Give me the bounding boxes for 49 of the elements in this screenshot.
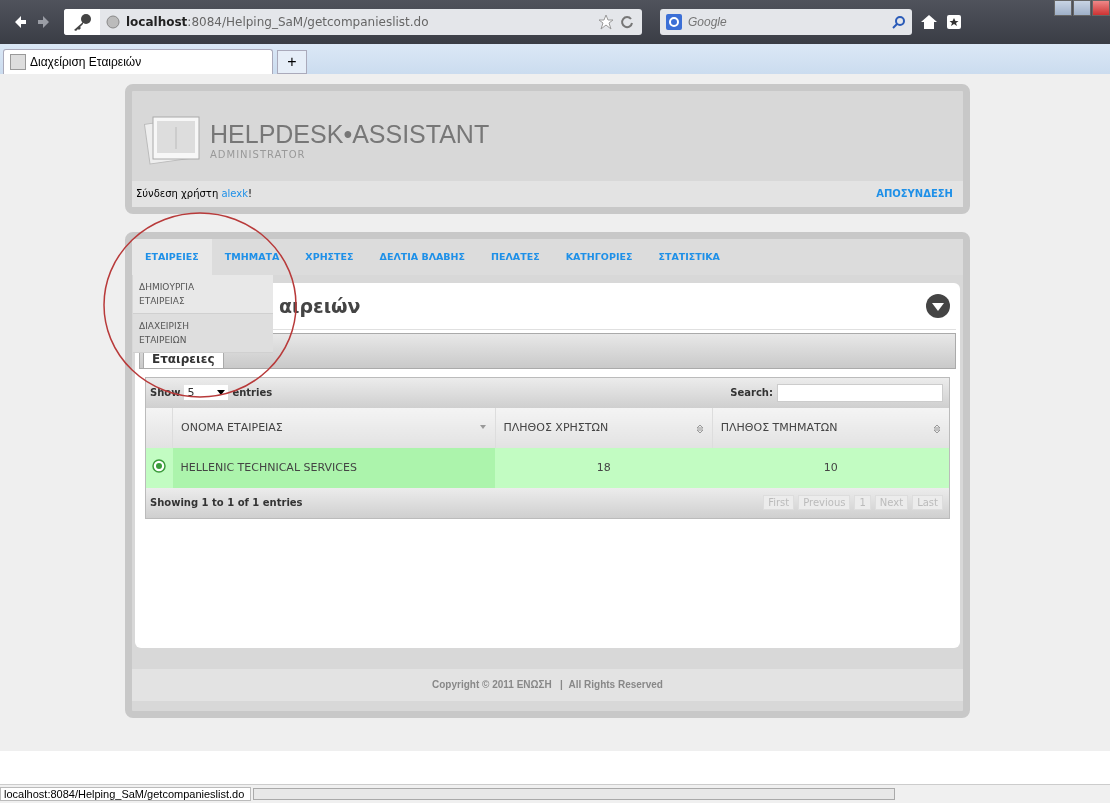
nav-item[interactable]: ΠΕΛΑΤΕΣ xyxy=(478,238,553,275)
nav-item[interactable]: ΚΑΤΗΓΟΡΙΕΣ xyxy=(552,238,646,275)
search-icon[interactable] xyxy=(892,14,906,29)
caret-icon xyxy=(217,390,226,396)
nav-item[interactable]: ΧΡΗΣΤΕΣ xyxy=(292,238,367,275)
nav-item[interactable]: ΔΕΛΤΙΑ ΒΛΑΒΗΣ xyxy=(366,238,479,275)
status-url: localhost:8084/Helping_SaM/getcompanieslist.do xyxy=(0,787,252,801)
column-header[interactable]: ΠΛΗΘΟΣ ΤΜΗΜΑΤΩΝ xyxy=(712,407,949,448)
forward-icon[interactable] xyxy=(36,13,52,30)
table-cell: 10 xyxy=(712,447,949,488)
login-text: Σύνδεση χρήστη alexk! xyxy=(136,188,252,200)
expand-icon[interactable] xyxy=(152,459,167,474)
google-icon xyxy=(666,13,682,30)
column-header[interactable]: ΠΛΗΘΟΣ ΧΡΗΣΤΩΝ xyxy=(495,407,713,448)
horizontal-scrollbar[interactable] xyxy=(253,788,896,800)
new-tab-button[interactable]: + xyxy=(277,49,307,74)
nav-item[interactable]: ΣΤΑΤΙΣΤΙΚΑ xyxy=(645,238,733,275)
star-icon[interactable] xyxy=(598,13,614,30)
address-bar[interactable]: localhost:8084/Helping_SaM/getcompanieslist.do xyxy=(64,8,642,35)
globe-icon xyxy=(106,14,120,29)
close-button[interactable] xyxy=(1092,0,1110,16)
table-cell: 18 xyxy=(495,447,713,488)
key-icon xyxy=(64,8,100,35)
collapse-icon[interactable] xyxy=(926,293,950,318)
column-header[interactable]: ΟΝΟΜΑ ΕΤΑΙΡΕΙΑΣ xyxy=(172,407,496,448)
menu-item[interactable]: ΔΙΑΧΕΙΡΙΣΗ ΕΤΑΙΡΕΙΩΝ xyxy=(133,313,273,353)
search-field[interactable]: Google xyxy=(686,13,888,30)
bookmarks-icon[interactable] xyxy=(946,13,964,30)
maximize-button[interactable] xyxy=(1073,0,1091,16)
table-info: Showing 1 to 1 of 1 entries xyxy=(150,497,303,509)
minimize-button[interactable] xyxy=(1054,0,1072,16)
app-title: HELPDESK•ASSISTANT xyxy=(210,119,490,149)
app-subtitle: ADMINISTRATOR xyxy=(210,148,307,160)
reload-icon[interactable] xyxy=(620,14,634,29)
url-text: localhost:8084/Helping_SaM/getcompanieslist.do xyxy=(126,14,430,29)
home-icon[interactable] xyxy=(920,13,938,30)
browser-tab[interactable]: Διαχείριση Εταιρειών xyxy=(3,48,273,74)
nav-item[interactable]: ΕΤΑΙΡΕΙΕΣ xyxy=(132,238,212,275)
search-label: Search: xyxy=(730,387,773,399)
copyright-text: Copyright © 2011 ΕΝΩΣΗ | All Rights Reserved xyxy=(432,679,663,691)
length-select[interactable]: 5 xyxy=(184,385,229,401)
table-search-field[interactable] xyxy=(777,383,943,402)
nav-item[interactable]: ΤΜΗΜΑΤΑ xyxy=(211,238,293,275)
search-box[interactable]: Google xyxy=(660,8,912,35)
menu-item[interactable]: ΔΗΜΙΟΥΡΓΙΑ ΕΤΑΙΡΕΙΑΣ xyxy=(133,274,273,314)
logout-link[interactable]: ΑΠΟΣΥΝΔΕΣΗ xyxy=(876,188,953,200)
table-cell: HELLENIC TECHNICAL SERVICES xyxy=(172,447,496,488)
user-link[interactable]: alexk xyxy=(221,188,248,200)
entries-label: entries xyxy=(232,387,273,399)
